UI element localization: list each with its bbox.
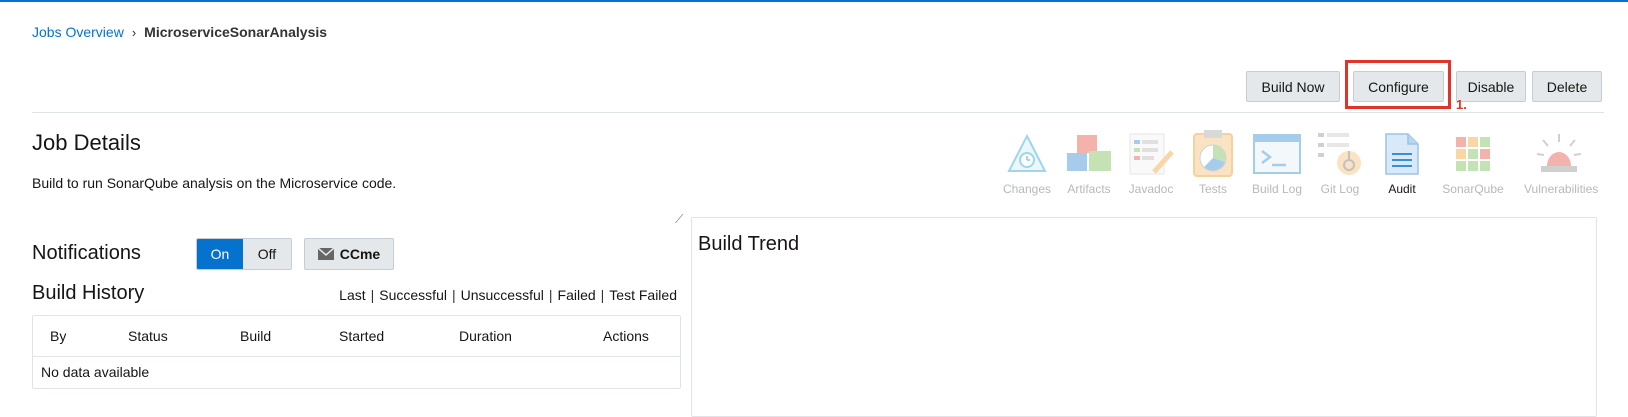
notifications-off-button[interactable]: Off: [243, 239, 291, 269]
tool-changes[interactable]: Changes: [994, 130, 1060, 196]
build-trend-title: Build Trend: [698, 233, 800, 255]
configure-highlight-box: [1345, 60, 1451, 109]
job-description: Build to run SonarQube analysis on the M…: [32, 175, 397, 191]
tool-audit[interactable]: Audit: [1369, 130, 1435, 196]
filter-unsuccessful[interactable]: Unsuccessful: [461, 287, 544, 303]
build-log-icon: [1244, 130, 1310, 178]
tool-artifacts[interactable]: Artifacts: [1056, 130, 1122, 196]
breadcrumb-jobs-overview-link[interactable]: Jobs Overview: [32, 24, 124, 40]
build-history-title: Build History: [32, 282, 145, 304]
vulnerabilities-icon: [1524, 130, 1594, 178]
column-started[interactable]: Started: [339, 328, 384, 344]
step-annotation: 1.: [1456, 97, 1467, 112]
job-details-title: Job Details: [32, 130, 141, 155]
resize-handle[interactable]: ⟋: [675, 212, 683, 227]
chevron-right-icon: ›: [131, 24, 137, 40]
history-filters: Last | Successful | Unsuccessful | Failed | …: [339, 287, 677, 303]
notifications-title: Notifications: [32, 242, 141, 264]
tool-javadoc-label: Javadoc: [1128, 182, 1174, 196]
header-divider: [32, 112, 1604, 113]
changes-icon: [994, 130, 1060, 178]
no-data-message: No data available: [41, 364, 150, 380]
tool-vulnerabilities[interactable]: Vulnerabilities: [1524, 130, 1599, 196]
filter-failed[interactable]: Failed: [558, 287, 596, 303]
tool-build-log[interactable]: Build Log: [1244, 130, 1310, 196]
tool-vulnerabilities-label: Vulnerabilities: [1524, 182, 1599, 196]
git-log-icon: [1307, 130, 1373, 178]
build-now-button[interactable]: Build Now: [1246, 71, 1340, 102]
column-actions[interactable]: Actions: [603, 328, 649, 344]
tool-javadoc[interactable]: Javadoc: [1118, 130, 1184, 196]
ccme-label: CCme: [339, 246, 381, 262]
notifications-on-button[interactable]: On: [197, 239, 243, 269]
breadcrumb: Jobs Overview › MicroserviceSonarAnalysi…: [32, 24, 327, 40]
filter-test-failed[interactable]: Test Failed: [609, 287, 677, 303]
tool-git-log-label: Git Log: [1320, 182, 1360, 196]
tool-tests[interactable]: Tests: [1180, 130, 1246, 196]
breadcrumb-current: MicroserviceSonarAnalysis: [144, 24, 328, 40]
tool-build-log-label: Build Log: [1251, 182, 1303, 196]
notifications-toggle: On Off: [196, 238, 292, 270]
sonarqube-icon: [1440, 130, 1506, 178]
tool-sonarqube[interactable]: SonarQube: [1440, 130, 1506, 196]
tests-icon: [1180, 130, 1246, 178]
tool-changes-label: Changes: [1002, 182, 1052, 196]
ccme-button[interactable]: CCme: [304, 238, 394, 270]
column-build[interactable]: Build: [240, 328, 271, 344]
delete-button[interactable]: Delete: [1532, 71, 1602, 102]
tool-artifacts-label: Artifacts: [1067, 182, 1111, 196]
tool-git-log[interactable]: Git Log: [1307, 130, 1373, 196]
build-trend-panel: Build Trend: [691, 217, 1597, 417]
filter-last[interactable]: Last: [339, 287, 365, 303]
envelope-icon: [317, 248, 334, 260]
table-header: By Status Build Started Duration Actions: [33, 316, 680, 357]
artifacts-icon: [1056, 130, 1122, 178]
tool-sonarqube-label: SonarQube: [1442, 182, 1504, 196]
column-duration[interactable]: Duration: [459, 328, 512, 344]
javadoc-icon: [1118, 130, 1184, 178]
column-status[interactable]: Status: [128, 328, 168, 344]
tool-audit-label: Audit: [1388, 182, 1416, 196]
build-history-table: By Status Build Started Duration Actions…: [32, 315, 681, 389]
filter-successful[interactable]: Successful: [379, 287, 447, 303]
column-by[interactable]: By: [50, 328, 66, 344]
tool-tests-label: Tests: [1198, 182, 1227, 196]
audit-icon: [1369, 130, 1435, 178]
